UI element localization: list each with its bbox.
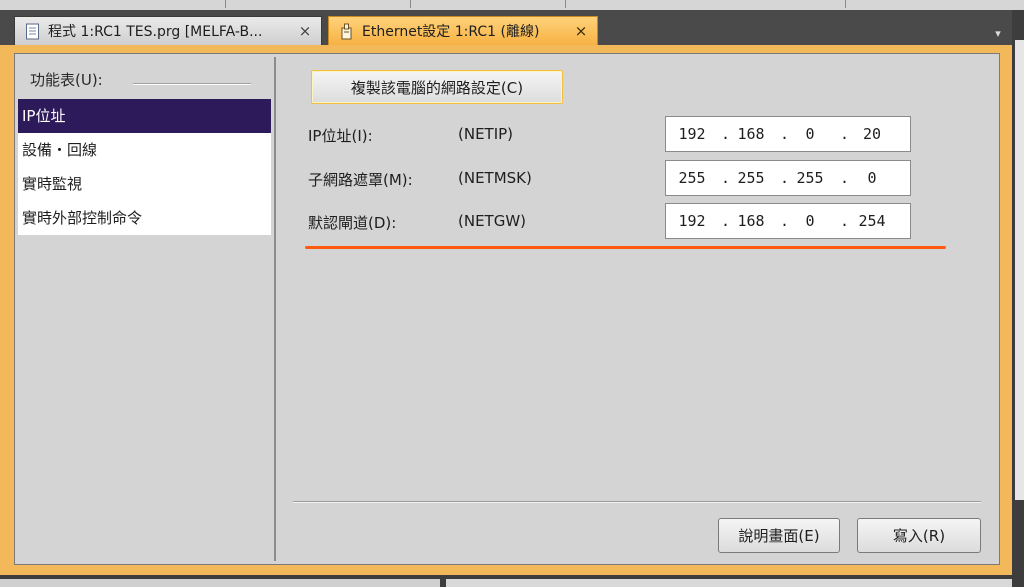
right-side-pane <box>1015 40 1024 500</box>
ip-settings-panel: 複製該電腦的網路設定(C) IP位址(I): (NETIP) 192 . 168… <box>279 57 996 561</box>
close-icon[interactable]: × <box>573 22 589 40</box>
ip-octet[interactable]: 0 <box>852 169 892 187</box>
ip-address-label: IP位址(I): <box>308 127 373 145</box>
right-side-panel <box>1012 10 1024 587</box>
settings-content: 功能表(U): IP位址 設備・回線 實時監視 實時外部控制命令 複製該電腦的網… <box>14 53 1000 565</box>
help-screen-button[interactable]: 說明畫面(E) <box>718 518 840 553</box>
ip-dot: . <box>780 125 790 143</box>
default-gateway-field[interactable]: 192 . 168 . 0 . 254 <box>665 203 911 239</box>
ip-dot: . <box>721 169 731 187</box>
tab-program[interactable]: 程式 1:RC1 TES.prg [MELFA-B... × <box>14 16 322 45</box>
ip-dot: . <box>780 212 790 230</box>
ip-octet[interactable]: 192 <box>672 212 712 230</box>
menu-item-device-line[interactable]: 設備・回線 <box>18 133 271 167</box>
write-button[interactable]: 寫入(R) <box>857 518 981 553</box>
ip-octet[interactable]: 168 <box>731 125 771 143</box>
default-gateway-param: (NETGW) <box>458 212 527 230</box>
ip-octet[interactable]: 192 <box>672 125 712 143</box>
ip-dot: . <box>840 169 850 187</box>
ethernet-settings-window: 功能表(U): IP位址 設備・回線 實時監視 實時外部控制命令 複製該電腦的網… <box>0 45 1012 575</box>
default-gateway-label: 默認閘道(D): <box>308 214 397 232</box>
ip-octet[interactable]: 0 <box>790 125 830 143</box>
subnet-mask-param: (NETMSK) <box>458 169 532 187</box>
ip-octet[interactable]: 255 <box>672 169 712 187</box>
ip-octet[interactable]: 0 <box>790 212 830 230</box>
function-menu-list: IP位址 設備・回線 實時監視 實時外部控制命令 <box>18 99 271 235</box>
toolbar-separator <box>565 0 566 8</box>
ip-octet[interactable]: 168 <box>731 212 771 230</box>
tab-program-label: 程式 1:RC1 TES.prg [MELFA-B... <box>48 24 263 40</box>
ethernet-settings-icon <box>341 23 352 39</box>
toolbar-separator <box>225 0 226 8</box>
menu-item-realtime-monitor[interactable]: 實時監視 <box>18 167 271 201</box>
ip-dot: . <box>721 125 731 143</box>
bottom-status-strip <box>0 575 1012 587</box>
menu-header-divider <box>133 83 251 85</box>
ip-address-param: (NETIP) <box>458 125 514 143</box>
ip-dot: . <box>840 212 850 230</box>
ip-address-field[interactable]: 192 . 168 . 0 . 20 <box>665 116 911 152</box>
ip-octet[interactable]: 255 <box>790 169 830 187</box>
subnet-mask-label: 子網路遮罩(M): <box>308 171 413 189</box>
menu-item-realtime-external-control[interactable]: 實時外部控制命令 <box>18 201 271 235</box>
document-icon <box>26 23 39 39</box>
ip-dot: . <box>780 169 790 187</box>
ip-dot: . <box>721 212 731 230</box>
menu-item-ip-address[interactable]: IP位址 <box>18 99 271 133</box>
ip-dot: . <box>840 125 850 143</box>
document-tab-bar: 程式 1:RC1 TES.prg [MELFA-B... × Ethernet設… <box>0 10 1012 45</box>
tab-ethernet-label: Ethernet設定 1:RC1 (離線) <box>362 24 540 40</box>
tab-list-dropdown-icon[interactable]: ▾ <box>988 24 1008 44</box>
toolbar-separator <box>845 0 846 8</box>
close-icon[interactable]: × <box>297 22 313 40</box>
panel-divider <box>293 501 981 503</box>
ip-octet[interactable]: 254 <box>852 212 892 230</box>
ip-octet[interactable]: 255 <box>731 169 771 187</box>
bottom-pane-left <box>0 579 440 587</box>
toolbar-separator <box>410 0 411 8</box>
copy-pc-network-settings-button[interactable]: 複製該電腦的網路設定(C) <box>311 70 563 104</box>
function-menu: 功能表(U): IP位址 設備・回線 實時監視 實時外部控制命令 <box>18 57 276 561</box>
bottom-pane-right <box>446 579 1012 587</box>
ip-octet[interactable]: 20 <box>852 125 892 143</box>
subnet-mask-field[interactable]: 255 . 255 . 255 . 0 <box>665 160 911 196</box>
highlight-underline <box>305 246 946 249</box>
tab-ethernet-settings[interactable]: Ethernet設定 1:RC1 (離線) × <box>328 16 598 45</box>
function-menu-header: 功能表(U): <box>30 71 103 89</box>
